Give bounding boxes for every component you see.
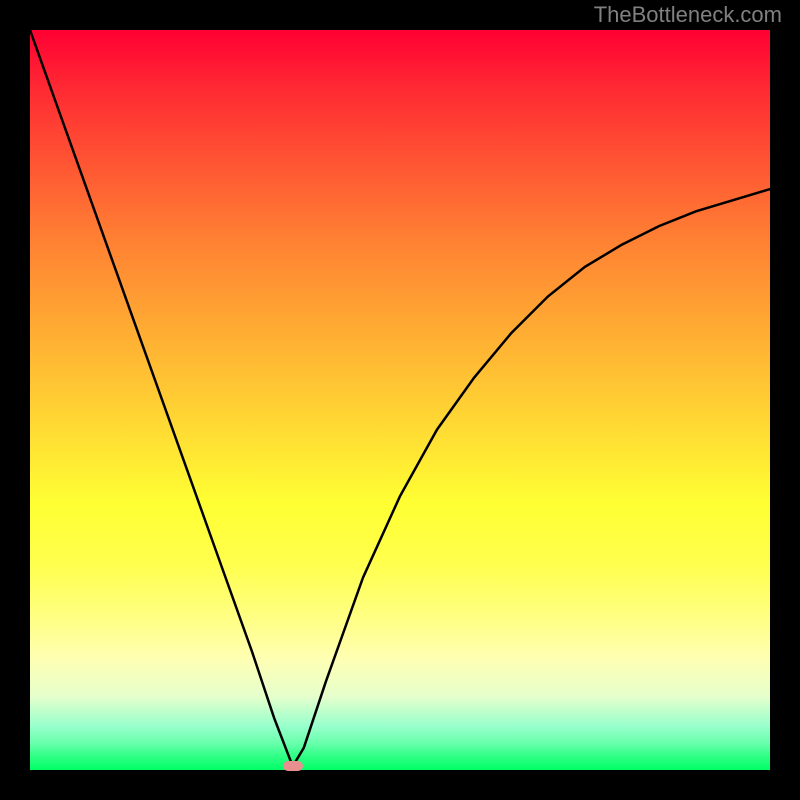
curve-svg [30, 30, 770, 770]
bottleneck-curve [30, 30, 770, 766]
plot-area [30, 30, 770, 770]
watermark-text: TheBottleneck.com [594, 2, 782, 28]
optimal-point-marker [283, 761, 303, 771]
